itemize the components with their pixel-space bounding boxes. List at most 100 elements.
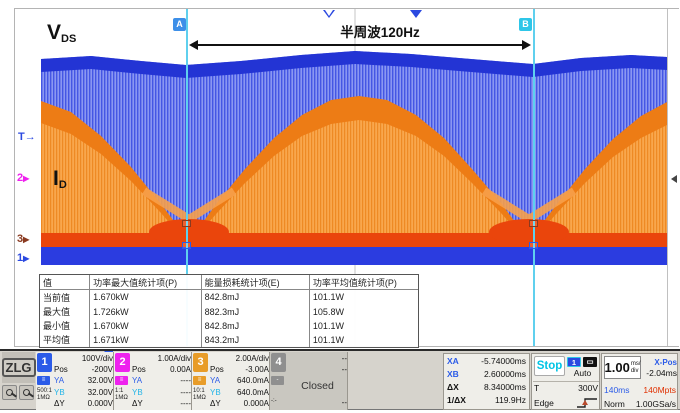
arrowhead-left-icon (189, 40, 198, 50)
cell-value: 101.1W (309, 290, 418, 305)
measurement-table: 值 功率最大值统计项(P) 能量损耗统计项(E) 功率平均值统计项(P) 当前值… (39, 274, 419, 348)
channel3-badge[interactable]: 3 (193, 353, 208, 372)
trigger-level: 300V (578, 383, 598, 393)
control-panel: ZLG 1 ≡ 500:1 1MΩ 100V/div Pos-200V YA32… (0, 349, 680, 410)
touch-icon-tail (28, 392, 34, 397)
channel3-yb: 640.0mA (237, 387, 269, 398)
channel1-yb: 32.00V (88, 387, 113, 398)
cell-value: 842.8mJ (201, 290, 309, 305)
ch1-position-marker[interactable]: 1▶ (17, 253, 29, 264)
channel1-dy: 0.000V (88, 398, 113, 409)
touch-tool-button[interactable] (19, 385, 34, 400)
xpos-value: -2.04ms (643, 368, 677, 378)
rising-edge-icon (576, 397, 598, 409)
trigger-mode[interactable]: Auto (567, 368, 598, 378)
probe-compensation-button[interactable] (2, 385, 17, 400)
row-label: 当前值 (40, 290, 90, 305)
cell-value: 842.8mJ (201, 319, 309, 333)
timebase-scale: 1.00 (605, 360, 630, 375)
ch3-position-marker[interactable]: 3▶ (17, 234, 29, 245)
dy-label: ΔY (132, 398, 143, 409)
yb-label: YB (210, 387, 221, 398)
brand-logo: ZLG (2, 352, 35, 383)
channel3-ya: 640.0mA (237, 375, 269, 386)
cursor-readout-box: XA-5.74000ms XB2.60000ms ΔX8.34000ms 1/Δ… (443, 353, 530, 410)
ch2-position-marker[interactable]: 2▶ (17, 173, 29, 184)
channel1-coupling-icon[interactable]: ≡ (37, 376, 50, 385)
trigger-type[interactable]: Edge (534, 398, 554, 408)
timebase-scale-box[interactable]: 1.00 ms/ div (604, 356, 641, 379)
col-header-power-avg: 功率平均值统计项(P) (309, 275, 418, 290)
xa-label: XA (447, 356, 459, 366)
channel3-position: -3.00A (245, 364, 269, 375)
acquire-mode: Norm (604, 399, 625, 409)
channel3-block[interactable]: 3 ≡ 10:1 1MΩ 2.00A/div Pos-3.00A YA640.0… (192, 352, 270, 410)
row-label: 最小值 (40, 319, 90, 333)
channel1-block[interactable]: 1 ≡ 500:1 1MΩ 100V/div Pos -200V YA 32.00V… (36, 352, 114, 410)
vds-bottom-band (41, 247, 667, 265)
pos-label: Pos (210, 364, 224, 375)
col-header-value: 值 (40, 275, 90, 290)
channel4-coupling-icon[interactable]: - (271, 376, 284, 385)
channel1-position: -200V (92, 364, 113, 375)
trigger-level-marker[interactable]: T→ (18, 132, 36, 143)
channel1-scale: 100V/div (82, 353, 113, 364)
ya-label: YA (54, 375, 64, 386)
inv-dx-value: 119.9Hz (495, 395, 526, 405)
channel3-coupling-icon[interactable]: ≡ (193, 376, 206, 385)
scroll-left-icon[interactable] (671, 175, 677, 183)
channel4-probe-ratio: -:- (271, 398, 277, 405)
pos-label: Pos (54, 364, 68, 375)
annotation-half-period: 半周波120Hz (285, 21, 475, 41)
xa-value: -5.74000ms (481, 356, 526, 366)
cursor-b-badge[interactable]: B (519, 18, 532, 31)
id-label: ID (53, 167, 67, 191)
annotation-arrow (189, 40, 531, 50)
xpos-marker-icon[interactable] (323, 10, 335, 18)
trigger-position-icon[interactable] (410, 10, 422, 18)
channel2-yb: ---- (180, 387, 191, 398)
cursor-a-badge[interactable]: A (173, 18, 186, 31)
channel2-probe-ratio: 1:1 1MΩ (115, 388, 128, 401)
oscilloscope-screen: A B 半周波120Hz VDS ID T→ 2▶ 3▶ 1▶ (0, 0, 680, 413)
channel1-ya: 32.00V (88, 375, 113, 386)
channel2-ya: ---- (180, 375, 191, 386)
table-row: 当前值 1.670kW 842.8mJ 101.1W (40, 290, 418, 305)
row-label: 最大值 (40, 304, 90, 318)
channel3-dy: 0.000A (244, 398, 269, 409)
trigger-t-label: T (534, 383, 539, 393)
col-header-power-max: 功率最大值统计项(P) (90, 275, 201, 290)
xb-label: XB (447, 369, 459, 379)
arrowhead-right-icon (522, 40, 531, 50)
cell-value: 882.3mJ (201, 304, 309, 318)
dx-value: 8.34000ms (484, 382, 526, 392)
vds-label-sub: DS (61, 33, 76, 45)
channel3-scale: 2.00A/div (236, 353, 269, 364)
channel4-r3: -- (342, 397, 347, 408)
cell-value: 105.8W (309, 304, 418, 318)
channel2-scale: 1.00A/div (158, 353, 191, 364)
channel4-block[interactable]: 4 - -:- -- -- Closed -- (270, 352, 348, 410)
channel2-coupling-icon[interactable]: ≡ (115, 376, 128, 385)
ya-label: YA (210, 375, 220, 386)
channel1-probe-ratio: 500:1 1MΩ (37, 388, 52, 401)
row-label: 平均值 (40, 333, 90, 347)
channel4-badge[interactable]: 4 (271, 353, 286, 372)
cursor-b-marker-ch3 (529, 220, 538, 227)
timebase-unit: ms/ div (631, 361, 641, 374)
cell-value: 1.671kW (90, 333, 201, 347)
cursor-b-line[interactable] (533, 9, 535, 346)
cell-value: 843.2mJ (201, 333, 309, 347)
waveform-display: A B 半周波120Hz VDS ID T→ 2▶ 3▶ 1▶ (14, 8, 679, 347)
table-row: 最小值 1.670kW 842.8mJ 101.1W (40, 319, 418, 333)
channel2-badge[interactable]: 2 (115, 353, 130, 372)
ch1-marker-arrow-icon: ▶ (23, 254, 29, 263)
channel1-badge[interactable]: 1 (37, 353, 52, 372)
yb-label: YB (132, 387, 143, 398)
run-stop-button[interactable]: Stop (534, 356, 565, 376)
channel2-block[interactable]: 2 ≡ 1:1 1MΩ 1.00A/div Pos0.00A YA---- YB… (114, 352, 192, 410)
inv-dx-label: 1/ΔX (447, 395, 466, 405)
xpos-label: X-Pos (643, 358, 677, 367)
trigger-source-badge[interactable]: 1 (567, 357, 581, 367)
yb-label: YB (54, 387, 65, 398)
